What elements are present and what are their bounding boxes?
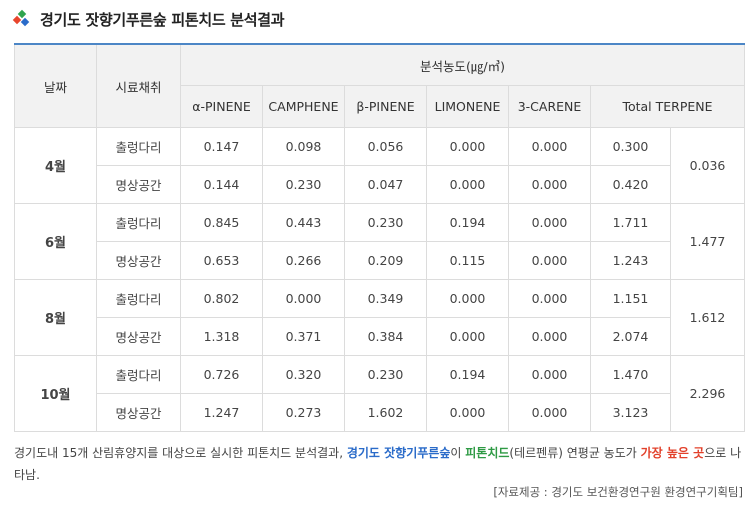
value-cell: 0.000	[426, 127, 509, 166]
footnote-text: 이	[450, 446, 466, 460]
value-cell: 0.273	[262, 393, 345, 432]
value-cell: 0.000	[508, 393, 591, 432]
footnote-text: (테르펜류) 연평균 농도가	[509, 446, 641, 460]
site-cell: 출렁다리	[96, 127, 181, 166]
value-cell: 1.711	[590, 203, 671, 242]
value-cell: 0.384	[344, 317, 427, 356]
value-cell: 0.420	[590, 165, 671, 204]
table-row: 명상공간 0.144 0.230 0.047 0.000 0.000 0.420	[15, 165, 745, 204]
value-cell: 2.074	[590, 317, 671, 356]
value-cell: 0.000	[508, 165, 591, 204]
value-cell: 0.349	[344, 279, 427, 318]
value-cell: 1.318	[180, 317, 263, 356]
value-cell: 0.000	[426, 279, 509, 318]
value-cell: 0.000	[508, 279, 591, 318]
value-cell: 0.230	[344, 203, 427, 242]
header-concentration-group: 분석농도(㎍/㎥)	[180, 43, 745, 86]
header-camphene: CAMPHENE	[262, 85, 345, 128]
value-cell: 0.209	[344, 241, 427, 280]
value-cell: 1.151	[590, 279, 671, 318]
value-cell: 0.266	[262, 241, 345, 280]
header-total-terpene: Total TERPENE	[590, 85, 745, 128]
site-cell: 출렁다리	[96, 279, 181, 318]
value-cell: 0.098	[262, 127, 345, 166]
site-cell: 출렁다리	[96, 203, 181, 242]
value-cell: 0.000	[508, 317, 591, 356]
table-row: 8월 출렁다리 0.802 0.000 0.349 0.000 0.000 1.151 1.61…	[14, 279, 745, 356]
value-cell: 0.300	[590, 127, 671, 166]
footnote: 경기도내 15개 산림휴양지를 대상으로 실시한 피톤치드 분석결과, 경기도 …	[14, 442, 746, 486]
value-cell: 1.602	[344, 393, 427, 432]
value-cell: 1.247	[180, 393, 263, 432]
annual-average-cell: 1.612	[670, 279, 745, 356]
value-cell: 0.726	[180, 355, 263, 394]
page-title: 경기도 잣향기푸른숲 피톤치드 분석결과	[40, 10, 285, 29]
site-cell: 명상공간	[96, 317, 181, 356]
value-cell: 0.194	[426, 203, 509, 242]
footnote-highlight-phytoncide: 피톤치드	[465, 446, 510, 460]
value-cell: 0.230	[262, 165, 345, 204]
value-cell: 0.147	[180, 127, 263, 166]
annual-average-cell: 0.036	[670, 127, 745, 204]
value-cell: 0.000	[426, 317, 509, 356]
footnote-highlight-forest: 경기도 잣향기푸른숲	[346, 446, 451, 460]
header-alpha-pinene: α-PINENE	[180, 85, 263, 128]
value-cell: 0.000	[508, 355, 591, 394]
table-row: 4월 출렁다리 0.147 0.098 0.056 0.000 0.000 0.300 0.03…	[14, 127, 745, 204]
value-cell: 0.802	[180, 279, 263, 318]
value-cell: 0.230	[344, 355, 427, 394]
value-cell: 3.123	[590, 393, 671, 432]
footnote-text: 경기도내 15개 산림휴양지를 대상으로 실시한 피톤치드 분석결과,	[14, 446, 347, 460]
month-cell: 4월	[14, 127, 97, 204]
table-row: 10월 출렁다리 0.726 0.320 0.230 0.194 0.000 1.470 2.2…	[14, 355, 745, 432]
month-cell: 8월	[14, 279, 97, 356]
value-cell: 0.000	[508, 127, 591, 166]
value-cell: 0.371	[262, 317, 345, 356]
table-row: 명상공간 1.318 0.371 0.384 0.000 0.000 2.074	[15, 317, 745, 356]
month-cell: 6월	[14, 203, 97, 280]
value-cell: 0.144	[180, 165, 263, 204]
value-cell: 1.470	[590, 355, 671, 394]
diamond-bullet-icon	[12, 9, 30, 27]
page-header: 경기도 잣향기푸른숲 피톤치드 분석결과	[12, 8, 285, 30]
header-beta-pinene: β-PINENE	[344, 85, 427, 128]
value-cell: 0.000	[426, 393, 509, 432]
value-cell: 1.243	[590, 241, 671, 280]
value-cell: 0.653	[180, 241, 263, 280]
table-row: 명상공간 1.247 0.273 1.602 0.000 0.000 3.123	[15, 393, 745, 432]
value-cell: 0.000	[426, 165, 509, 204]
annual-average-cell: 2.296	[670, 355, 745, 432]
value-cell: 0.115	[426, 241, 509, 280]
source-credit: [자료제공 : 경기도 보건환경연구원 환경연구기획팀]	[493, 485, 743, 499]
footnote-highlight-highest: 가장 높은 곳	[640, 446, 705, 460]
site-cell: 명상공간	[96, 241, 181, 280]
annual-average-cell: 1.477	[670, 203, 745, 280]
table-row: 6월 출렁다리 0.845 0.443 0.230 0.194 0.000 1.711 1.47…	[14, 203, 745, 280]
site-cell: 명상공간	[96, 393, 181, 432]
value-cell: 0.047	[344, 165, 427, 204]
value-cell: 0.320	[262, 355, 345, 394]
header-date: 날짜	[14, 43, 97, 128]
header-3-carene: 3-CARENE	[508, 85, 591, 128]
site-cell: 명상공간	[96, 165, 181, 204]
phytoncide-table: 날짜 시료채취 분석농도(㎍/㎥) α-PINENE CAMPHENE β-PI…	[14, 43, 745, 432]
table-body: 4월 출렁다리 0.147 0.098 0.056 0.000 0.000 0.300 0.03…	[14, 127, 745, 432]
value-cell: 0.000	[262, 279, 345, 318]
value-cell: 0.194	[426, 355, 509, 394]
value-cell: 0.056	[344, 127, 427, 166]
header-site: 시료채취	[96, 43, 181, 128]
value-cell: 0.000	[508, 241, 591, 280]
value-cell: 0.000	[508, 203, 591, 242]
value-cell: 0.845	[180, 203, 263, 242]
month-cell: 10월	[14, 355, 97, 432]
table-row: 명상공간 0.653 0.266 0.209 0.115 0.000 1.243	[15, 241, 745, 280]
value-cell: 0.443	[262, 203, 345, 242]
header-limonene: LIMONENE	[426, 85, 509, 128]
site-cell: 출렁다리	[96, 355, 181, 394]
